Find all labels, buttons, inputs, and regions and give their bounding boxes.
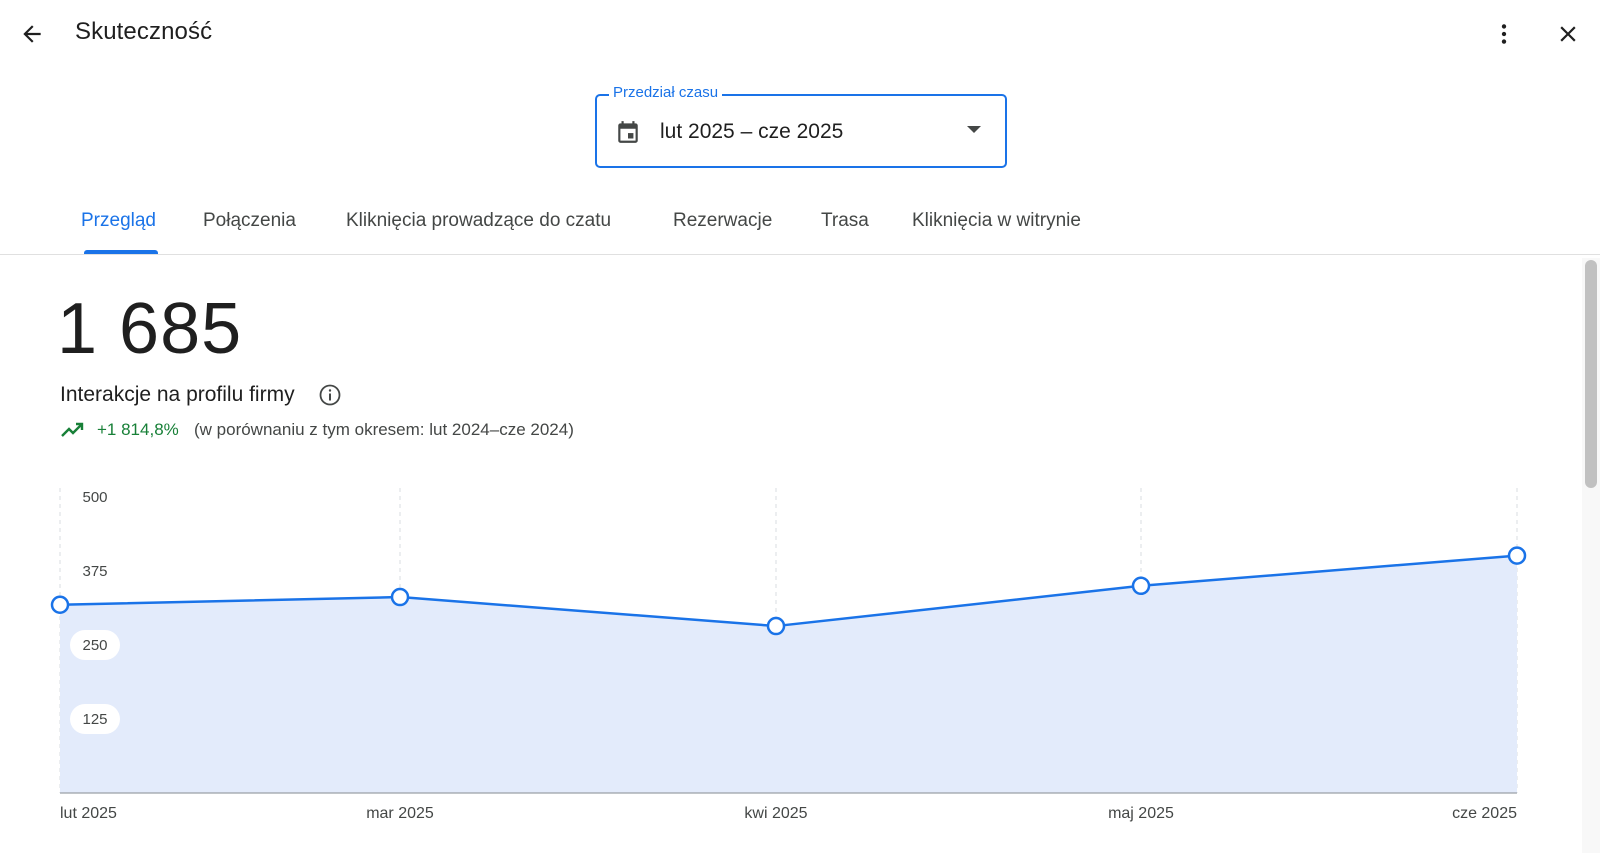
- close-button[interactable]: [1548, 14, 1588, 54]
- tab-polaczenia[interactable]: Połączenia: [203, 210, 296, 232]
- back-button[interactable]: [12, 14, 52, 54]
- tab-klikniecia-czat[interactable]: Kliknięcia prowadzące do czatu: [346, 210, 611, 232]
- x-tick-label: cze 2025: [1452, 805, 1517, 822]
- total-interactions: 1 685: [57, 289, 243, 369]
- active-tab-indicator: [84, 250, 158, 254]
- tab-rezerwacje[interactable]: Rezerwacje: [673, 210, 772, 232]
- data-point[interactable]: [1507, 546, 1527, 565]
- x-tick-label: maj 2025: [1108, 805, 1174, 822]
- arrow-back-icon: [23, 25, 41, 43]
- tab-trasa[interactable]: Trasa: [821, 210, 869, 232]
- page-title: Skuteczność: [75, 18, 213, 45]
- chevron-down-icon: [967, 126, 981, 133]
- interactions-chart: 500 375 250 125 lut 2025 mar 2025 kwi 2025 maj …: [50, 488, 1527, 822]
- date-range-value: lut 2025 – cze 2025: [660, 120, 844, 143]
- data-point[interactable]: [766, 616, 786, 636]
- change-percentage: +1 814,8%: [97, 420, 179, 439]
- more-options-button[interactable]: [1484, 14, 1524, 54]
- more-vert-icon: [1501, 24, 1507, 44]
- data-point[interactable]: [1131, 576, 1151, 596]
- x-tick-label: lut 2025: [60, 805, 117, 822]
- calendar-icon: [618, 121, 638, 143]
- metric-label: Interakcje na profilu firmy: [60, 383, 295, 406]
- tab-przeglad[interactable]: Przegląd: [81, 210, 156, 232]
- date-range-select[interactable]: Przedział czasu lut 2025 – cze 2025: [595, 84, 1007, 168]
- data-point[interactable]: [390, 587, 410, 607]
- date-range-label: Przedział czasu: [609, 84, 723, 101]
- info-icon[interactable]: [318, 383, 342, 407]
- x-tick-label: kwi 2025: [744, 805, 807, 822]
- close-icon: [1560, 26, 1576, 42]
- y-tick-label-375: 375: [82, 563, 107, 580]
- y-tick-label-500: 500: [82, 489, 107, 506]
- x-tick-label: mar 2025: [366, 805, 434, 822]
- y-tick-label-125: 125: [82, 711, 107, 728]
- top-bar: Skuteczność: [0, 0, 1600, 68]
- scrollbar[interactable]: [1582, 258, 1600, 853]
- trending-up-icon: [61, 422, 84, 437]
- data-point[interactable]: [50, 595, 70, 614]
- area-fill: [60, 555, 1517, 793]
- y-tick-label-250: 250: [82, 637, 107, 654]
- tab-klikniecia-witryna[interactable]: Kliknięcia w witrynie: [912, 210, 1081, 232]
- scrollbar-thumb[interactable]: [1585, 260, 1597, 488]
- comparison-text: (w porównaniu z tym okresem: lut 2024–cz…: [194, 420, 574, 439]
- tab-bar: Przegląd Połączenia Kliknięcia prowadząc…: [0, 196, 1600, 255]
